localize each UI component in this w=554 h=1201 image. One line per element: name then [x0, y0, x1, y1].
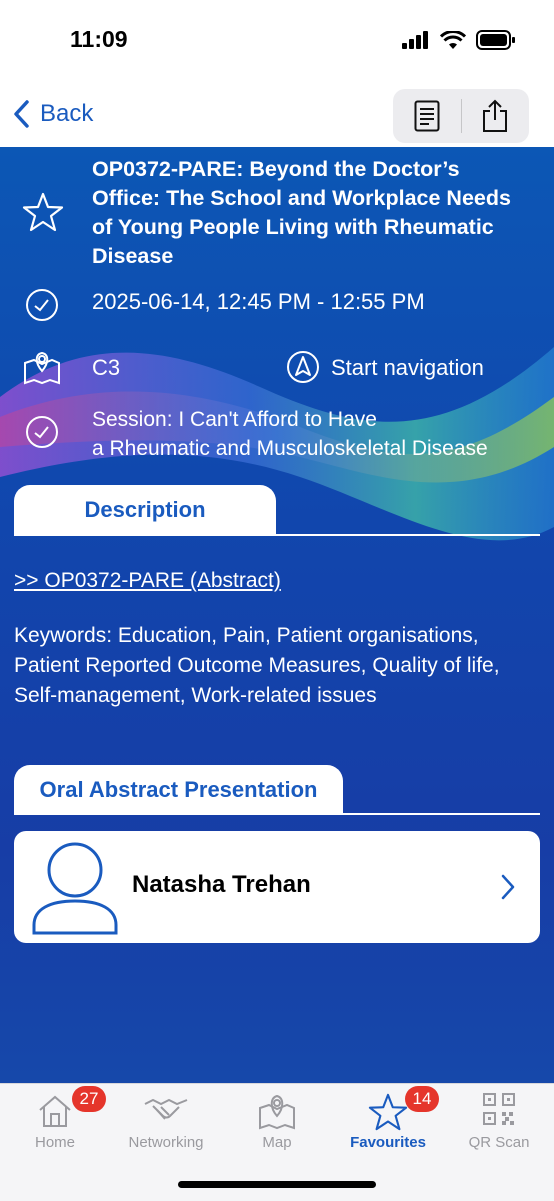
description-divider [14, 534, 540, 536]
tab-map[interactable]: Map [222, 1084, 332, 1164]
cellular-signal-icon [402, 31, 428, 49]
system-icons [402, 30, 516, 50]
share-icon [483, 99, 508, 132]
map-icon [259, 1094, 295, 1130]
event-detail-content: OP0372-PARE: Beyond the Doctor’s Office:… [0, 147, 554, 1083]
keywords-text: Keywords: Education, Pain, Patient organ… [14, 624, 500, 707]
tab-home[interactable]: 27 Home [0, 1084, 110, 1164]
home-indicator [178, 1181, 376, 1188]
back-label: Back [40, 100, 94, 127]
tab-qr-scan-label: QR Scan [468, 1134, 530, 1151]
presenter-card[interactable]: Natasha Trehan [14, 831, 540, 943]
session-clock-icon [26, 416, 58, 448]
tab-map-label: Map [262, 1134, 292, 1151]
abstract-link[interactable]: >> OP0372-PARE (Abstract) [14, 569, 281, 593]
chevron-right-icon [501, 874, 515, 900]
tab-description[interactable]: Description [14, 485, 276, 535]
presenter-name: Natasha Trehan [132, 871, 311, 898]
tab-networking-label: Networking [128, 1134, 204, 1151]
tab-favourites-label: Favourites [350, 1134, 426, 1151]
action-group [393, 89, 529, 143]
tab-qr-scan[interactable]: QR Scan [444, 1084, 554, 1164]
document-button[interactable] [393, 89, 461, 143]
chevron-left-icon [14, 100, 29, 128]
tab-favourites[interactable]: 14 Favourites [333, 1084, 443, 1164]
session-line-1: Session: I Can't Afford to Have [92, 408, 377, 431]
favourites-badge: 14 [405, 1086, 439, 1112]
status-bar: 11:09 [0, 0, 554, 85]
presentation-divider [14, 813, 540, 815]
tab-networking[interactable]: Networking [111, 1084, 221, 1164]
tab-home-label: Home [34, 1134, 75, 1151]
back-button[interactable]: Back [12, 99, 93, 129]
navigation-bar: Back [0, 85, 554, 147]
wifi-icon [440, 30, 466, 49]
home-badge: 27 [72, 1086, 106, 1112]
event-datetime: 2025-06-14, 12:45 PM - 12:55 PM [92, 289, 425, 314]
favourite-star-icon[interactable] [22, 191, 64, 233]
qr-code-icon [483, 1093, 515, 1125]
event-title: OP0372-PARE: Beyond the Doctor’s Office:… [92, 157, 511, 268]
home-icon [39, 1095, 71, 1127]
tab-description-label: Description [84, 497, 206, 522]
session-info[interactable]: Session: I Can't Afford to Have a Rheuma… [92, 405, 552, 463]
start-navigation-label: Start navigation [331, 355, 484, 380]
tab-oral-abstract-presentation[interactable]: Oral Abstract Presentation [14, 765, 343, 815]
battery-icon [476, 30, 515, 50]
map-pin-icon [24, 351, 60, 385]
session-line-2: a Rheumatic and Musculoskeletal Disease [92, 437, 488, 460]
avatar-icon [32, 842, 118, 935]
clock-icon [26, 289, 58, 321]
share-button[interactable] [462, 89, 530, 143]
navigation-arrow-icon [287, 351, 319, 383]
document-icon [414, 100, 440, 132]
star-icon [368, 1093, 408, 1131]
event-room: C3 [92, 355, 121, 380]
tab-oral-abstract-label: Oral Abstract Presentation [39, 777, 318, 802]
status-time: 11:09 [70, 26, 128, 52]
handshake-icon [144, 1098, 188, 1120]
